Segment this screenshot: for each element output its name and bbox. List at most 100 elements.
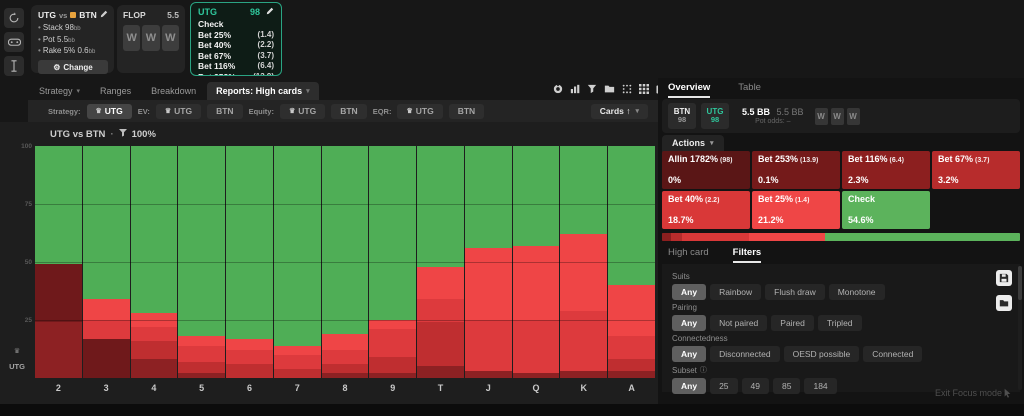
action-frequency-grid: Allin 1782%(98)0%Bet 253%(13.9)0.1%Bet 1…: [662, 151, 1020, 229]
flop-panel[interactable]: FLOP 5.5 WWW: [117, 5, 185, 73]
hero-action-label: Bet 67%: [198, 51, 231, 62]
y-tick-label: 75: [10, 201, 32, 208]
x-tick-label: 9: [369, 383, 416, 393]
chip-ev-btn[interactable]: BTN: [207, 104, 242, 119]
filter-subset-25[interactable]: 25: [710, 378, 737, 394]
frequency-bar-segment: [662, 233, 670, 241]
bottom-strip: [0, 404, 1024, 416]
chip-strategy-utg[interactable]: ♛UTG: [87, 104, 132, 119]
filter-connectedness-any[interactable]: Any: [672, 346, 706, 362]
filter-suits-flush-draw[interactable]: Flush draw: [765, 284, 825, 300]
control-label: EV:: [138, 107, 150, 116]
chip-icon[interactable]: [553, 84, 563, 94]
tab-strategy[interactable]: Strategy▾: [30, 82, 89, 100]
grid-icon[interactable]: [639, 84, 649, 94]
tab-ranges[interactable]: Ranges: [91, 82, 140, 100]
hero-action-amount: (2.2): [258, 40, 274, 51]
overview-table-tabs: Overview Table: [668, 82, 761, 98]
ibeam-icon[interactable]: [4, 56, 24, 76]
view-toolbar: [553, 83, 665, 95]
filter-icon: [119, 129, 127, 140]
chip-ev-utg[interactable]: ♛UTG: [156, 104, 201, 119]
action-tile-allin-1782[interactable]: Allin 1782%(98)0%: [662, 151, 750, 189]
filter-icon[interactable]: [587, 84, 597, 94]
bar-chart-icon[interactable]: [570, 84, 580, 94]
action-tile-bet-25[interactable]: Bet 25%(1.4)21.2%: [752, 191, 840, 229]
folder-icon[interactable]: [996, 295, 1012, 311]
filter-subset-184[interactable]: 184: [804, 378, 836, 394]
segment-bet25: [274, 346, 321, 355]
tab-high-card[interactable]: High card: [668, 247, 709, 263]
x-tick-label: 2: [35, 383, 82, 393]
filter-connectedness-connected[interactable]: Connected: [863, 346, 922, 362]
history-icon[interactable]: [4, 8, 24, 28]
filter-subset-85[interactable]: 85: [773, 378, 800, 394]
filters-scrollbar[interactable]: [1018, 266, 1022, 390]
save-icon[interactable]: [996, 270, 1012, 286]
hero-strategy-panel[interactable]: UTG 98 CheckBet 25%(1.4)Bet 40%(2.2)Bet …: [190, 2, 282, 76]
filter-suits-any[interactable]: Any: [672, 284, 706, 300]
segment-bet40: [83, 320, 130, 339]
segment-bet25: [465, 248, 512, 320]
action-tile-empty: [932, 191, 1020, 229]
filter-suits-rainbow[interactable]: Rainbow: [710, 284, 761, 300]
action-tile-name: Allin 1782%(98): [668, 154, 744, 164]
tab-reports-high-cards[interactable]: Reports: High cards▾: [207, 82, 319, 100]
match-stat: •Rake 5% 0.6bb: [38, 45, 108, 57]
tab-breakdown[interactable]: Breakdown: [142, 82, 205, 100]
segment-bet25: [417, 267, 464, 299]
segment-bet25: [226, 339, 273, 351]
hero-action-label: Bet 25%: [198, 30, 231, 41]
chip-eqr-utg[interactable]: ♛UTG: [397, 104, 442, 119]
right-panel: OverviewTable BTN 98 UTG 98 5.5 BB 5.5 B…: [658, 78, 1024, 404]
match-p2: BTN: [79, 10, 96, 20]
chip-eqr-btn[interactable]: BTN: [449, 104, 484, 119]
action-tile-bet-40[interactable]: Bet 40%(2.2)18.7%: [662, 191, 750, 229]
segment-bet116: [465, 371, 512, 378]
edit-pencil-icon[interactable]: [100, 10, 108, 20]
change-button[interactable]: ⚙ Change: [38, 60, 108, 74]
seat-btn[interactable]: BTN 98: [668, 103, 696, 129]
edit-pencil-icon[interactable]: [266, 7, 274, 17]
match-stat: •Stack 98bb: [38, 22, 108, 34]
seat-utg[interactable]: UTG 98: [701, 103, 729, 129]
filter-pairing-not-paired[interactable]: Not paired: [710, 315, 767, 331]
hero-action-label: Check: [198, 19, 224, 30]
filter-group-label-connectedness: Connectedness: [672, 334, 1010, 343]
filter-subset-any[interactable]: Any: [672, 378, 706, 394]
filter-pairing-any[interactable]: Any: [672, 315, 706, 331]
filter-suits-monotone[interactable]: Monotone: [829, 284, 885, 300]
folder-icon[interactable]: [604, 84, 615, 94]
hero-action-label: Bet 40%: [198, 40, 231, 51]
tab-overview[interactable]: Overview: [668, 82, 710, 98]
card-wildcard: W: [142, 25, 159, 51]
left-sidebar: [0, 0, 28, 78]
filter-connectedness-oesd-possible[interactable]: OESD possible: [784, 346, 860, 362]
filter-pairing-tripled[interactable]: Tripled: [818, 315, 862, 331]
tab-filters[interactable]: Filters: [733, 247, 762, 263]
control-label: Strategy:: [48, 107, 81, 116]
gamepad-icon[interactable]: [4, 32, 24, 52]
tab-table[interactable]: Table: [738, 82, 761, 98]
btn-position-icon: [70, 12, 76, 18]
chip-equity-utg[interactable]: ♛UTG: [280, 104, 325, 119]
action-tile-name: Bet 67%(3.7): [938, 154, 1014, 164]
hero-action-row: Check: [198, 19, 274, 30]
chip-equity-btn[interactable]: BTN: [331, 104, 366, 119]
action-tile-bet-116[interactable]: Bet 116%(6.4)2.3%: [842, 151, 930, 189]
segment-bet116: [560, 371, 607, 378]
action-tile-bet-253[interactable]: Bet 253%(13.9)0.1%: [752, 151, 840, 189]
actions-dropdown[interactable]: Actions ▾: [662, 135, 724, 152]
action-tile-check[interactable]: Check54.6%: [842, 191, 930, 229]
dots-grid-icon[interactable]: [622, 84, 632, 94]
segment-bet67: [226, 364, 273, 378]
filter-pairing-paired[interactable]: Paired: [771, 315, 814, 331]
frequency-bar-segment: [825, 233, 1020, 241]
segment-bet67: [274, 369, 321, 378]
action-tile-bet-67[interactable]: Bet 67%(3.7)3.2%: [932, 151, 1020, 189]
exit-focus-mode[interactable]: Exit Focus mode: [935, 388, 1012, 398]
cards-sort-dropdown[interactable]: Cards ↑▾: [591, 104, 648, 119]
filter-subset-49[interactable]: 49: [742, 378, 769, 394]
filter-connectedness-disconnected[interactable]: Disconnected: [710, 346, 780, 362]
card-wildcard: W: [847, 108, 860, 125]
